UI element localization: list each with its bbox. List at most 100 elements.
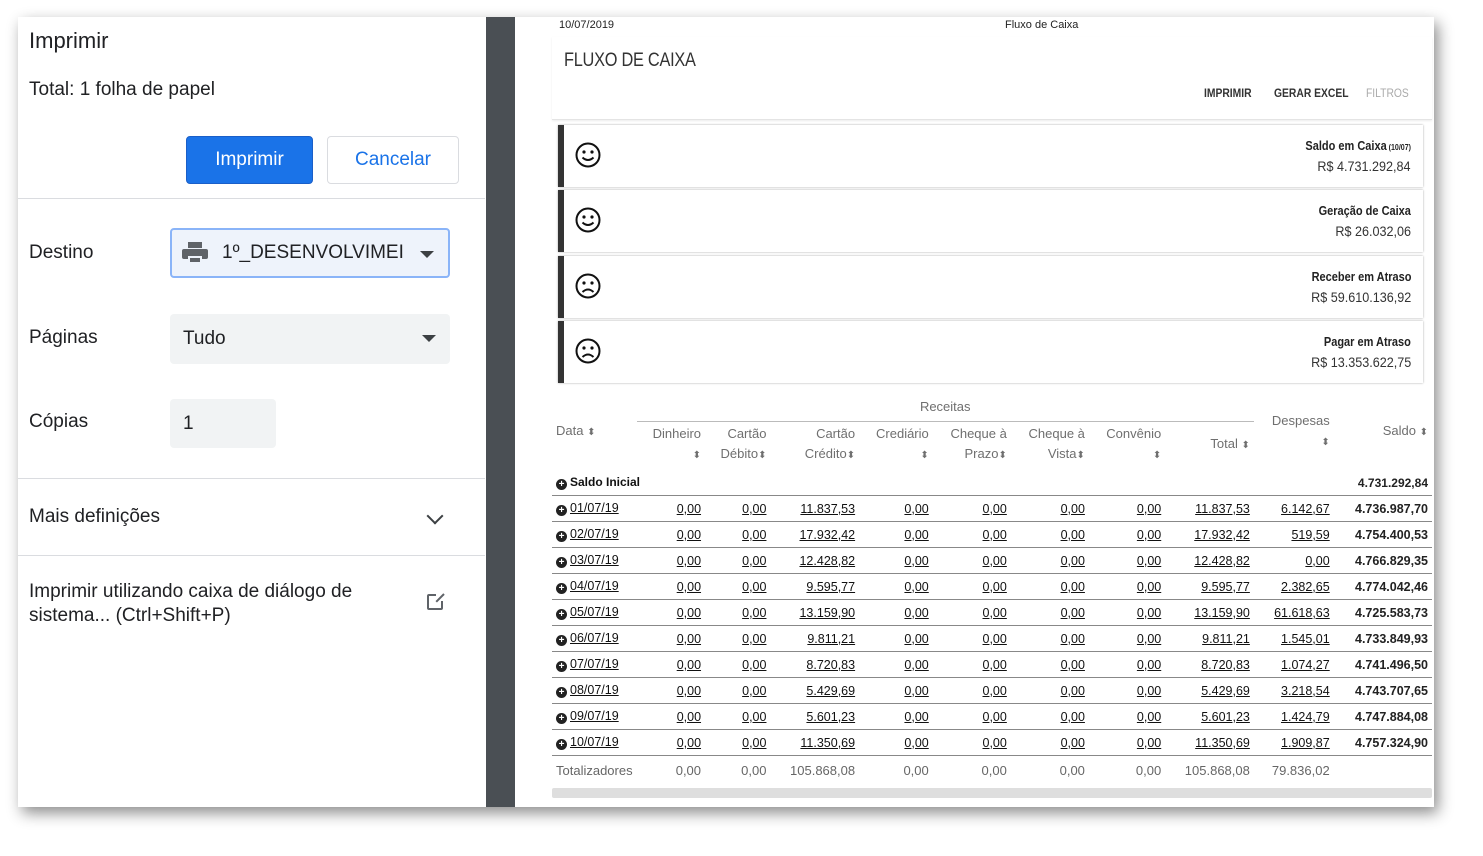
expand-icon[interactable]: + bbox=[556, 583, 567, 594]
row-value-link[interactable]: 0,00 bbox=[705, 625, 771, 652]
col-header-data[interactable]: Data ⬍ bbox=[552, 395, 637, 470]
row-value-link[interactable]: 0,00 bbox=[636, 495, 706, 522]
saldo-inicial-label[interactable]: + Saldo Inicial bbox=[552, 470, 1334, 496]
row-value-link[interactable]: 5.601,23 bbox=[770, 703, 860, 730]
expand-icon[interactable]: + bbox=[556, 479, 567, 490]
row-value-link[interactable]: 0,00 bbox=[705, 677, 771, 704]
row-value-link[interactable]: 0,00 bbox=[859, 547, 933, 574]
row-value-link[interactable]: 11.350,69 bbox=[770, 729, 860, 756]
row-value-link[interactable]: 0,00 bbox=[705, 651, 771, 678]
row-value-link[interactable]: 0,00 bbox=[636, 703, 706, 730]
row-value-link[interactable]: 5.429,69 bbox=[770, 677, 860, 704]
open-external-icon[interactable] bbox=[427, 592, 445, 610]
row-value-link[interactable]: 0,00 bbox=[636, 573, 706, 600]
row-value-link[interactable]: 0,00 bbox=[1088, 651, 1166, 678]
row-value-link[interactable]: 0,00 bbox=[1010, 651, 1089, 678]
row-value-link[interactable]: 0,00 bbox=[1010, 625, 1089, 652]
row-value-link[interactable]: 1.074,27 bbox=[1253, 651, 1334, 678]
row-value-link[interactable]: 17.932,42 bbox=[1165, 521, 1254, 548]
row-value-link[interactable]: 0,00 bbox=[705, 495, 771, 522]
row-value-link[interactable]: 2.382,65 bbox=[1253, 573, 1334, 600]
row-value-link[interactable]: 5.429,69 bbox=[1165, 677, 1254, 704]
pages-select[interactable]: Tudo bbox=[170, 314, 450, 364]
row-value-link[interactable]: 0,00 bbox=[636, 729, 706, 756]
row-date[interactable]: +01/07/19 bbox=[552, 495, 637, 522]
export-excel-action[interactable]: GERAR EXCEL bbox=[1274, 86, 1349, 100]
row-value-link[interactable]: 0,00 bbox=[932, 521, 1011, 548]
row-date[interactable]: +05/07/19 bbox=[552, 599, 637, 626]
horizontal-scrollbar[interactable] bbox=[552, 788, 1432, 798]
row-value-link[interactable]: 0,00 bbox=[1010, 703, 1089, 730]
row-value-link[interactable]: 0,00 bbox=[932, 625, 1011, 652]
print-button[interactable]: Imprimir bbox=[186, 136, 313, 184]
copies-input[interactable]: 1 bbox=[170, 399, 276, 448]
row-value-link[interactable]: 8.720,83 bbox=[770, 651, 860, 678]
row-value-link[interactable]: 0,00 bbox=[859, 677, 933, 704]
row-value-link[interactable]: 11.350,69 bbox=[1165, 729, 1254, 756]
expand-icon[interactable]: + bbox=[556, 713, 567, 724]
expand-icon[interactable]: + bbox=[556, 531, 567, 542]
row-value-link[interactable]: 0,00 bbox=[932, 729, 1011, 756]
row-value-link[interactable]: 0,00 bbox=[1010, 677, 1089, 704]
expand-icon[interactable]: + bbox=[556, 505, 567, 516]
row-value-link[interactable]: 11.837,53 bbox=[1165, 495, 1254, 522]
row-value-link[interactable]: 0,00 bbox=[932, 599, 1011, 626]
expand-icon[interactable]: + bbox=[556, 739, 567, 750]
row-value-link[interactable]: 0,00 bbox=[636, 677, 706, 704]
row-value-link[interactable]: 9.811,21 bbox=[1165, 625, 1254, 652]
row-value-link[interactable]: 0,00 bbox=[1010, 573, 1089, 600]
row-value-link[interactable]: 61.618,63 bbox=[1253, 599, 1334, 626]
col-header-convenio[interactable]: Convênio ⬍ bbox=[1089, 422, 1165, 471]
row-value-link[interactable]: 17.932,42 bbox=[770, 521, 860, 548]
row-value-link[interactable]: 9.595,77 bbox=[770, 573, 860, 600]
row-value-link[interactable]: 5.601,23 bbox=[1165, 703, 1254, 730]
row-value-link[interactable]: 1.424,79 bbox=[1253, 703, 1334, 730]
row-value-link[interactable]: 0,00 bbox=[859, 651, 933, 678]
row-value-link[interactable]: 9.595,77 bbox=[1165, 573, 1254, 600]
row-value-link[interactable]: 0,00 bbox=[1088, 573, 1166, 600]
row-value-link[interactable]: 0,00 bbox=[859, 703, 933, 730]
row-value-link[interactable]: 0,00 bbox=[859, 573, 933, 600]
row-value-link[interactable]: 0,00 bbox=[1088, 547, 1166, 574]
row-value-link[interactable]: 12.428,82 bbox=[1165, 547, 1254, 574]
row-value-link[interactable]: 0,00 bbox=[859, 521, 933, 548]
row-date[interactable]: +08/07/19 bbox=[552, 677, 637, 704]
row-date[interactable]: +07/07/19 bbox=[552, 651, 637, 678]
row-value-link[interactable]: 0,00 bbox=[1088, 677, 1166, 704]
row-value-link[interactable]: 0,00 bbox=[1088, 625, 1166, 652]
row-value-link[interactable]: 0,00 bbox=[1088, 729, 1166, 756]
expand-icon[interactable]: + bbox=[556, 635, 567, 646]
row-value-link[interactable]: 0,00 bbox=[705, 521, 771, 548]
row-date[interactable]: +04/07/19 bbox=[552, 573, 637, 600]
col-header-dinheiro[interactable]: Dinheiro ⬍ bbox=[637, 422, 705, 471]
col-header-cheque-prazo[interactable]: Cheque à Prazo⬍ bbox=[933, 422, 1011, 471]
row-value-link[interactable]: 0,00 bbox=[932, 677, 1011, 704]
row-value-link[interactable]: 0,00 bbox=[705, 599, 771, 626]
col-header-cheque-vista[interactable]: Cheque à Vista⬍ bbox=[1011, 422, 1089, 471]
row-value-link[interactable]: 0,00 bbox=[932, 573, 1011, 600]
row-value-link[interactable]: 0,00 bbox=[705, 547, 771, 574]
row-value-link[interactable]: 13.159,90 bbox=[1165, 599, 1254, 626]
row-value-link[interactable]: 0,00 bbox=[1010, 495, 1089, 522]
row-value-link[interactable]: 0,00 bbox=[1088, 703, 1166, 730]
more-settings-toggle[interactable]: Mais definições bbox=[29, 506, 160, 528]
row-value-link[interactable]: 0,00 bbox=[636, 651, 706, 678]
row-value-link[interactable]: 0,00 bbox=[859, 495, 933, 522]
expand-icon[interactable]: + bbox=[556, 661, 567, 672]
row-value-link[interactable]: 0,00 bbox=[1010, 729, 1089, 756]
row-value-link[interactable]: 1.545,01 bbox=[1253, 625, 1334, 652]
system-dialog-link[interactable]: Imprimir utilizando caixa de diálogo de … bbox=[29, 580, 409, 628]
col-header-cartao-debito[interactable]: Cartão Débito⬍ bbox=[705, 422, 770, 471]
filters-action[interactable]: FILTROS bbox=[1366, 86, 1409, 100]
row-value-link[interactable]: 0,00 bbox=[1088, 521, 1166, 548]
row-value-link[interactable]: 1.909,87 bbox=[1253, 729, 1334, 756]
row-value-link[interactable]: 6.142,67 bbox=[1253, 495, 1334, 522]
row-date[interactable]: +10/07/19 bbox=[552, 729, 637, 756]
row-value-link[interactable]: 8.720,83 bbox=[1165, 651, 1254, 678]
row-value-link[interactable]: 0,00 bbox=[932, 703, 1011, 730]
row-value-link[interactable]: 0,00 bbox=[705, 729, 771, 756]
col-header-cartao-credito[interactable]: Cartão Crédito⬍ bbox=[770, 422, 859, 471]
row-date[interactable]: +02/07/19 bbox=[552, 521, 637, 548]
row-value-link[interactable]: 0,00 bbox=[859, 625, 933, 652]
print-action[interactable]: IMPRIMIR bbox=[1204, 86, 1252, 100]
